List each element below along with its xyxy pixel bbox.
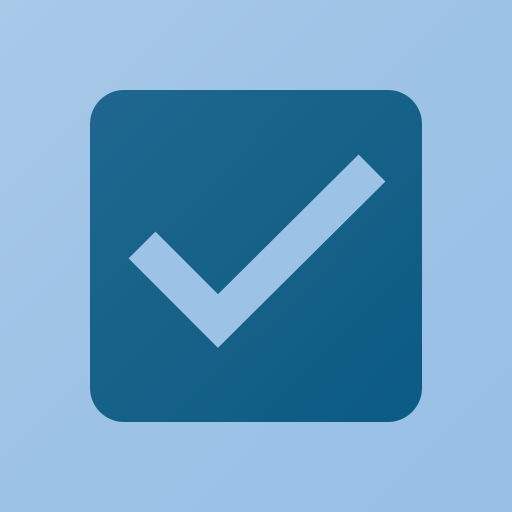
app-icon-canvas	[0, 0, 512, 512]
checkbox-checked-icon[interactable]	[90, 90, 422, 422]
